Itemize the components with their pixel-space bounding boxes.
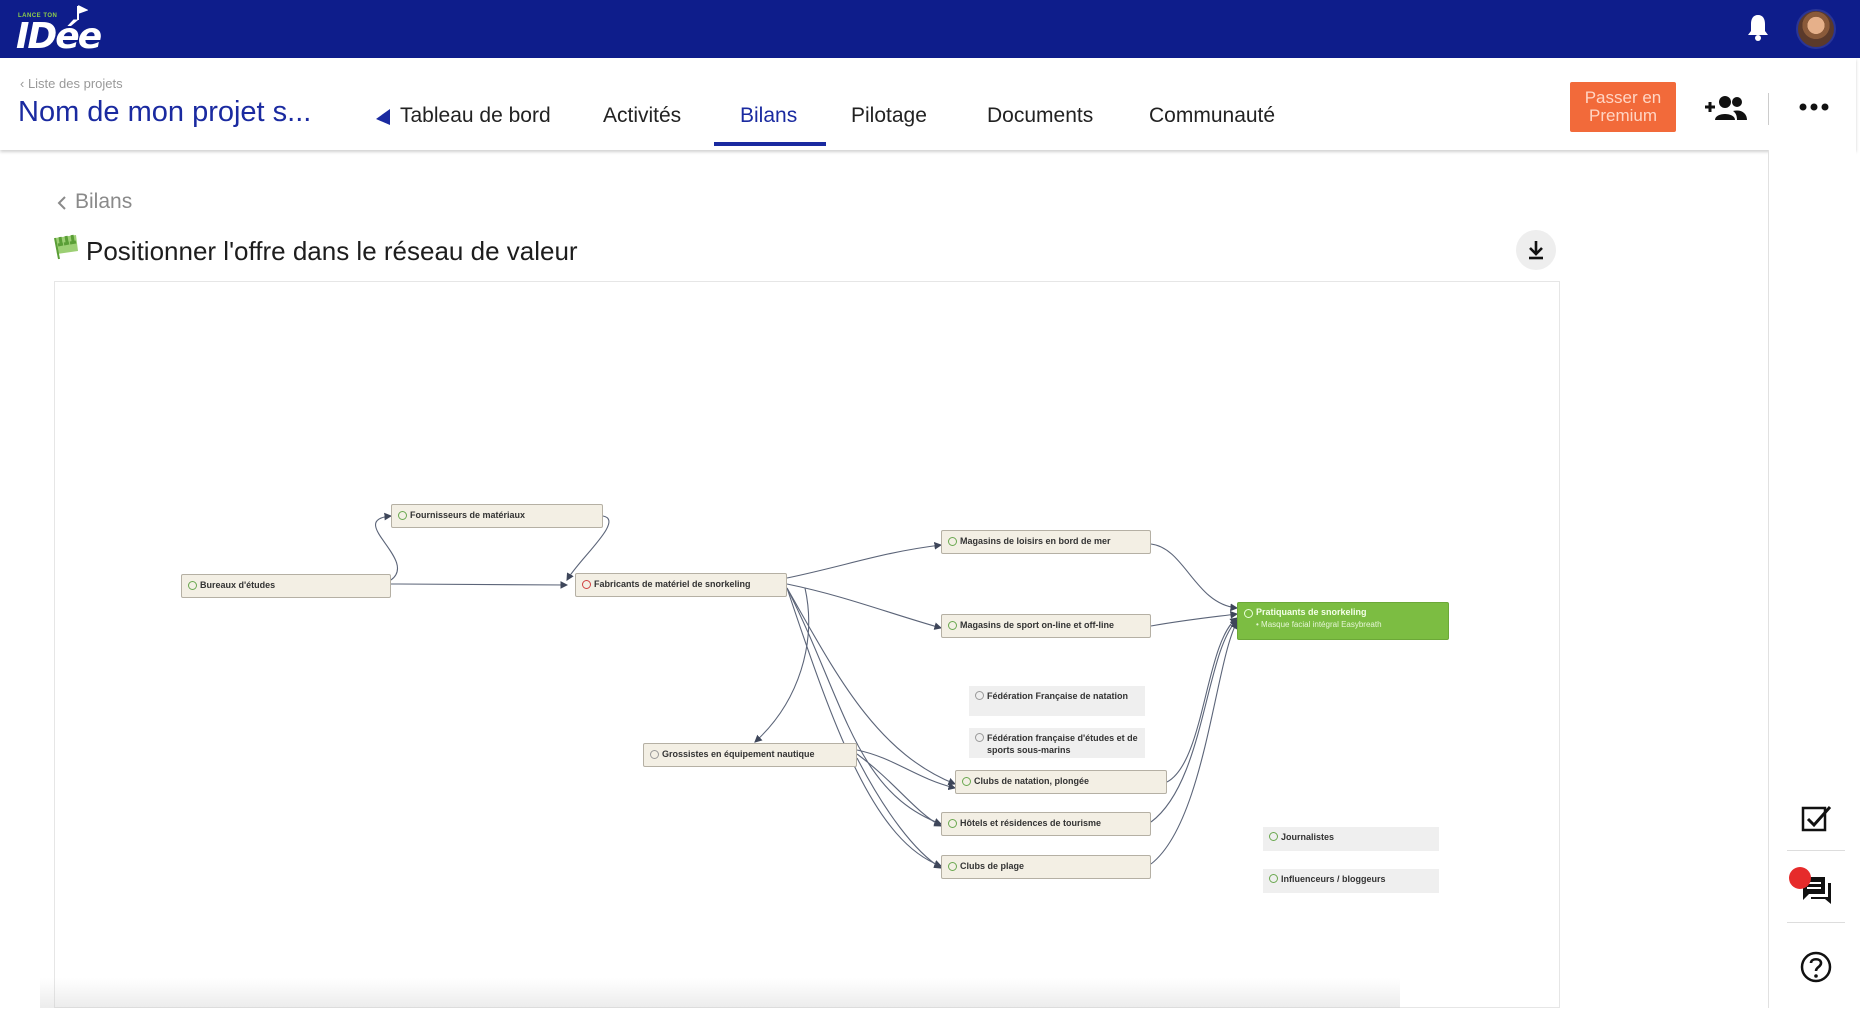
free-node[interactable]: Fédération française d'études et de spor… [969,728,1145,758]
tab-tableau-de-bord[interactable]: Tableau de bord [400,104,551,128]
page-title: Positionner l'offre dans le réseau de va… [86,236,578,266]
status-neutral-icon [975,691,984,700]
diagram-node[interactable]: Bureaux d'études [181,574,391,598]
active-tab-indicator [714,142,826,146]
status-ok-icon [948,621,957,630]
project-tabs: Tableau de bord Activités Bilans Pilotag… [0,58,1400,150]
node-label: Fabricants de matériel de snorkeling [594,579,751,589]
chevron-left-icon[interactable] [56,194,68,212]
diagram-edges [375,512,1239,869]
rail-divider [1787,922,1845,923]
scroll-shadow [40,978,1400,1008]
status-neutral-icon [975,733,984,742]
node-label: Influenceurs / bloggeurs [1281,874,1386,884]
app-logo[interactable]: LANCE TON IDée [16,4,112,57]
status-ok-icon [962,777,971,786]
node-label: Fédération Française de natation [987,691,1129,701]
top-app-bar: LANCE TON IDée [0,0,1860,58]
header-divider [1768,93,1769,125]
node-label: Bureaux d'études [200,580,276,590]
status-target-icon [1244,609,1253,618]
diagram-node[interactable]: Clubs de natation, plongée [955,770,1167,794]
diagram-node[interactable]: Magasins de loisirs en bord de mer [941,530,1151,554]
tab-communaute[interactable]: Communauté [1149,104,1275,128]
diagram-node[interactable]: Hôtels et résidences de tourisme [941,812,1151,836]
bell-icon[interactable] [1744,12,1772,42]
more-horizontal-icon[interactable] [1798,102,1830,112]
status-ok-icon [948,819,957,828]
value-network-canvas[interactable]: Bureaux d'études Fournisseurs de matéria… [54,281,1560,1008]
node-label: Clubs de natation, plongée [974,776,1090,786]
right-tool-rail [1768,150,1856,1008]
node-label: Fédération française d'études et de spor… [987,733,1138,755]
tab-activites[interactable]: Activités [603,104,681,128]
node-label: Fournisseurs de matériaux [410,510,526,520]
node-label: Magasins de sport on-line et off-line [960,620,1115,630]
status-warning-icon [582,580,591,589]
back-triangle-icon [376,109,390,125]
free-node[interactable]: Journalistes [1263,827,1439,851]
diagram-node[interactable]: Clubs de plage [941,855,1151,879]
premium-button[interactable]: Passer en Premium [1570,82,1676,132]
free-node[interactable]: Fédération Française de natation [969,686,1145,716]
diagram-node[interactable]: Fournisseurs de matériaux [391,504,603,528]
status-ok-icon [948,862,957,871]
status-ok-icon [398,511,407,520]
tab-pilotage[interactable]: Pilotage [851,104,927,128]
node-label: Pratiquants de snorkeling [1256,607,1367,617]
node-label: Journalistes [1281,832,1335,842]
project-header: ‹ Liste des projets Nom de mon projet s.… [0,58,1856,150]
rail-divider [1787,850,1845,851]
diagram-node[interactable]: Grossistes en équipement nautique [643,743,857,767]
tasks-check-icon[interactable] [1799,802,1833,836]
node-label: Magasins de loisirs en bord de mer [960,536,1111,546]
node-label: Clubs de plage [960,861,1025,871]
tab-bilans[interactable]: Bilans [740,104,797,128]
notification-dot [1789,867,1811,889]
checkered-flag-icon [54,234,78,260]
status-ok-icon [948,537,957,546]
status-ok-icon [1269,832,1278,841]
diagram-node[interactable]: Fabricants de matériel de snorkeling [575,573,787,597]
add-user-icon[interactable] [1703,94,1749,122]
logo-wordmark: IDée [16,16,102,57]
node-label: Grossistes en équipement nautique [662,749,815,759]
node-label: Hôtels et résidences de tourisme [960,818,1102,828]
download-button[interactable] [1516,230,1556,270]
diagram-node[interactable]: Magasins de sport on-line et off-line [941,614,1151,638]
download-icon [1529,241,1543,260]
status-neutral-icon [650,750,659,759]
status-ok-icon [1269,874,1278,883]
breadcrumb-bilans[interactable]: Bilans [75,190,132,214]
free-node[interactable]: Influenceurs / bloggeurs [1263,869,1439,893]
diagram-node-target[interactable]: Pratiquants de snorkeling • Masque facial… [1237,602,1449,640]
tab-documents[interactable]: Documents [987,104,1093,128]
status-ok-icon [188,581,197,590]
node-sublabel: • Masque facial intégral Easybreath [1256,620,1382,629]
help-icon[interactable] [1799,950,1833,984]
user-avatar[interactable] [1796,9,1836,49]
